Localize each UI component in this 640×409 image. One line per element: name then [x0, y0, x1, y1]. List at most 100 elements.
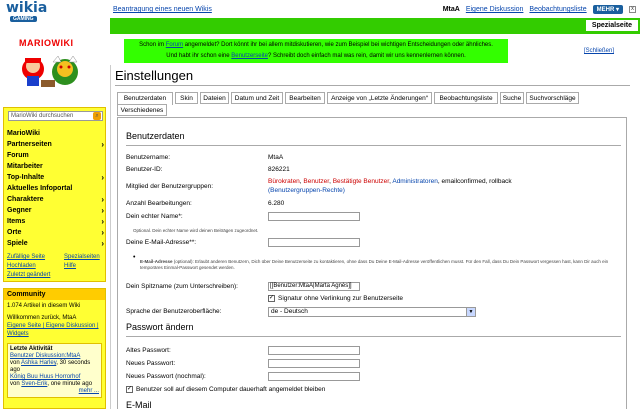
activity-item-link[interactable]: Benutzer Diskussion:MtaA: [10, 353, 99, 360]
tab-verschiedenes[interactable]: Verschiedenes: [117, 104, 167, 116]
activity-title: Letzte Aktivität: [10, 346, 53, 352]
activity-meta-text: von: [10, 381, 22, 387]
tab-skin[interactable]: Skin: [175, 92, 198, 104]
tab-dateien[interactable]: Dateien: [200, 92, 229, 104]
sidebar: MARIOWIKI MarioWiki durchsuchen ⌕ MarioW…: [3, 30, 106, 409]
chevron-down-icon: ▾: [615, 7, 619, 13]
section-heading-userdata: Benutzerdaten: [126, 131, 185, 141]
forum-link[interactable]: Forum: [166, 42, 183, 48]
user-links[interactable]: Eigene Seite | Eigene Diskussion | Widge…: [7, 322, 102, 338]
tab-datum-zeit[interactable]: Datum und Zeit: [231, 92, 283, 104]
group-rights-link[interactable]: (Benutzergruppen-Rechte): [268, 187, 345, 194]
wikia-logo[interactable]: wikia GAMING: [6, 0, 52, 23]
new-password-repeat-input[interactable]: [268, 372, 360, 381]
section-divider: [126, 145, 621, 146]
search-icon[interactable]: ⌕: [93, 112, 101, 120]
nav-item-mariowiki[interactable]: MarioWiki: [7, 128, 104, 139]
language-select[interactable]: de - Deutsch ▼: [268, 307, 476, 317]
nav-item-label: Gegner: [7, 207, 32, 214]
nav-item-orte[interactable]: Orte ›: [7, 227, 104, 238]
group-link[interactable]: Benutzer: [303, 178, 329, 185]
my-discussion-link[interactable]: Eigene Diskussion: [466, 6, 524, 13]
group-link[interactable]: Bürokraten: [268, 178, 300, 185]
notice-text: Und habt ihr schon eine: [166, 53, 232, 59]
email-note: E-Mail-Adresse (optional): Erlaubt ander…: [140, 259, 610, 271]
tab-beobachtungsliste[interactable]: Beobachtungsliste: [434, 92, 498, 104]
close-icon[interactable]: x: [629, 6, 636, 13]
activity-item-link[interactable]: König Buu Huus Horrorhof: [10, 374, 99, 381]
username-label: Benutzername:: [126, 154, 171, 161]
group-link[interactable]: Bestätigte Benutzer: [333, 178, 389, 185]
email-note-text: (optional): Erlaubt anderen Benutzern, D…: [140, 259, 609, 270]
watchlist-link[interactable]: Beobachtungsliste: [529, 6, 586, 13]
nav-item-label: Charaktere: [7, 196, 44, 203]
nav-item-infoportal[interactable]: Aktuelles Infoportal: [7, 183, 104, 194]
nav-item-label: Partnerseiten: [7, 141, 52, 148]
nav-item-forum[interactable]: Forum: [7, 150, 104, 161]
tab-suchvorschlaege[interactable]: Suchvorschläge: [526, 92, 579, 104]
notice-line-2: Und habt ihr schon eine Benutzerseite? S…: [124, 51, 508, 62]
wikia-logo-text: wikia: [6, 0, 48, 16]
mariowiki-logo[interactable]: MARIOWIKI: [3, 34, 106, 94]
language-label: Sprache der Benutzeroberfläche:: [126, 308, 222, 315]
more-menu-button[interactable]: MEHR ▾: [592, 5, 623, 14]
notice-text: angemeldet? Dort könnt ihr bei allem mit…: [183, 42, 493, 48]
main-content: Einstellungen Benutzerdaten Skin Dateien…: [110, 65, 640, 409]
activity-meta: von Ashka Harley, 30 seconds ago: [10, 360, 99, 374]
old-password-input[interactable]: [268, 346, 360, 355]
recent-changes-link[interactable]: Zuletzt geändert: [7, 272, 50, 278]
random-page-link[interactable]: Zufällige Seite: [7, 254, 45, 260]
remember-option[interactable]: ✓ Benutzer soll auf diesem Computer dauer…: [126, 386, 325, 393]
signature-label: Signatur ohne Verlinkung zur Benutzersei…: [278, 295, 404, 303]
user-name-link[interactable]: MtaA: [443, 6, 460, 13]
activity-more-link[interactable]: mehr ...: [10, 388, 99, 395]
nav-item-label: Spiele: [7, 240, 28, 247]
userid-label: Benutzer-ID:: [126, 166, 163, 173]
signature-option[interactable]: ✓ Signatur ohne Verlinkung zur Benutzerse…: [268, 295, 403, 302]
nav-list: MarioWiki Partnerseiten › Forum Mitarbeit…: [7, 128, 104, 249]
groups-label: Mitglied der Benutzergruppen:: [126, 183, 214, 190]
realname-input[interactable]: [268, 212, 360, 221]
section-heading-password: Passwort ändern: [126, 322, 194, 332]
tab-bearbeiten[interactable]: Bearbeiten: [285, 92, 325, 104]
notice-text: Schon im: [139, 42, 166, 48]
userpage-link[interactable]: Benutzerseite: [231, 53, 268, 59]
special-pages-link[interactable]: Spezialseiten: [64, 253, 100, 262]
help-link[interactable]: Hilfe: [64, 262, 76, 271]
notice-line-1: Schon im Forum angemeldet? Dort könnt ih…: [124, 40, 508, 51]
nav-item-top-inhalte[interactable]: Top-Inhalte ›: [7, 172, 104, 183]
top-bar: wikia GAMING Beantragung eines neuen Wik…: [0, 0, 640, 22]
chevron-right-icon: ›: [101, 195, 104, 204]
new-password-input[interactable]: [268, 359, 360, 368]
more-label: MEHR: [596, 7, 615, 13]
nav-item-partnerseiten[interactable]: Partnerseiten ›: [7, 139, 104, 150]
group-link[interactable]: Administratoren: [392, 178, 438, 185]
preferences-panel: Benutzerdaten Benutzername: MtaA Benutze…: [117, 118, 627, 409]
remember-checkbox[interactable]: ✓: [126, 386, 133, 393]
email-input[interactable]: [268, 238, 360, 247]
old-password-label: Altes Passwort:: [126, 347, 171, 354]
nav-item-gegner[interactable]: Gegner ›: [7, 205, 104, 216]
chevron-right-icon: ›: [101, 228, 104, 237]
chevron-right-icon: ›: [101, 217, 104, 226]
chevron-right-icon: ›: [101, 173, 104, 182]
nav-item-charaktere[interactable]: Charaktere ›: [7, 194, 104, 205]
edits-value: 6.280: [268, 200, 285, 207]
upload-link[interactable]: Hochladen: [7, 263, 36, 269]
activity-user-link[interactable]: Ashka Harley: [21, 360, 56, 366]
new-wiki-link[interactable]: Beantragung eines neuen Wikis: [113, 6, 212, 13]
close-notice-link[interactable]: [Schließen]: [584, 48, 614, 54]
activity-user-link[interactable]: Sven-Erik: [21, 381, 47, 387]
nav-item-label: Mitarbeiter: [7, 163, 43, 170]
nickname-input[interactable]: [[Benutzer:MtaA|Marta Agnès]]: [268, 282, 360, 291]
nav-item-spiele[interactable]: Spiele ›: [7, 238, 104, 249]
signature-checkbox[interactable]: ✓: [268, 295, 275, 302]
welcome-text: Willkommen zurück, MtaA: [7, 315, 77, 321]
tab-suche[interactable]: Suche: [500, 92, 524, 104]
nav-item-label: Orte: [7, 229, 22, 236]
nav-item-items[interactable]: Items ›: [7, 216, 104, 227]
tab-letzte-aenderungen[interactable]: Anzeige von „Letzte Änderungen“: [327, 92, 432, 104]
nav-item-mitarbeiter[interactable]: Mitarbeiter: [7, 161, 104, 172]
search-input[interactable]: MarioWiki durchsuchen ⌕: [8, 111, 103, 121]
mario-characters-icon: [22, 55, 78, 87]
